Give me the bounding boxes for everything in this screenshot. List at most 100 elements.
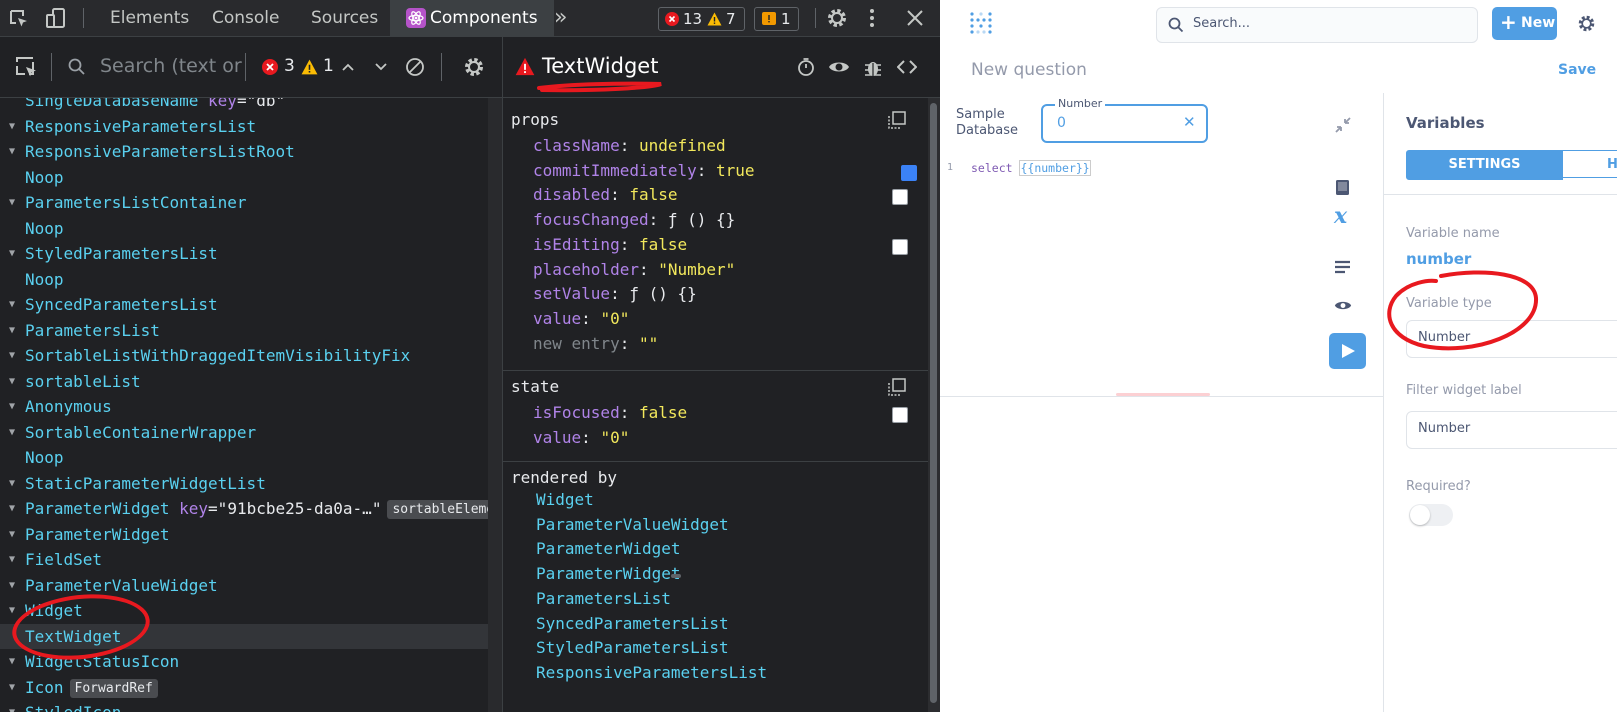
prop-value[interactable]: "Number" [658, 260, 735, 279]
settings-tab[interactable]: SETTINGS [1406, 150, 1563, 180]
new-button[interactable]: + New [1492, 7, 1557, 40]
inspect-element-icon[interactable] [8, 8, 30, 30]
preview-eye-icon[interactable] [1334, 299, 1352, 312]
copy-props-icon[interactable] [888, 111, 906, 129]
tab-console[interactable]: Console [212, 0, 280, 36]
rendered-by-item[interactable]: ParameterWidget [536, 564, 681, 583]
state-value[interactable]: "0" [600, 428, 629, 447]
prop-value[interactable]: undefined [639, 136, 726, 155]
chevron-up-icon[interactable] [340, 59, 356, 75]
tree-row[interactable]: Noop [0, 165, 488, 191]
prop-row[interactable]: new entry: "" [533, 334, 658, 353]
tree-row[interactable]: Noop [0, 267, 488, 293]
expand-arrow-icon[interactable]: ▼ [9, 190, 15, 216]
prop-row[interactable]: commitImmediately: true [533, 161, 755, 180]
tree-row[interactable]: ▼ ParameterWidget key="91bcbe25-da0a-…" so… [0, 496, 488, 522]
prop-row[interactable]: focusChanged: ƒ () {} [533, 210, 735, 229]
tree-row[interactable]: ▼ SyncedParametersList [0, 292, 488, 318]
tree-row[interactable]: SingleDatabaseName key="db" [0, 98, 488, 114]
database-label-line2[interactable]: Database [956, 123, 1018, 138]
device-toolbar-icon[interactable] [45, 7, 67, 29]
rendered-by-item[interactable]: SyncedParametersList [536, 614, 729, 633]
rendered-by-item[interactable]: StyledParametersList [536, 638, 729, 657]
tree-scrollbar[interactable] [488, 98, 502, 712]
expand-arrow-icon[interactable]: ▼ [9, 139, 15, 165]
state-value[interactable]: false [639, 403, 687, 422]
tree-row[interactable]: ▼ Anonymous [0, 394, 488, 420]
state-row[interactable]: value: "0" [533, 428, 629, 447]
expand-arrow-icon[interactable]: ▼ [9, 649, 15, 675]
state-row[interactable]: isFocused: false [533, 403, 687, 422]
prop-value[interactable]: "" [639, 334, 658, 353]
expand-arrow-icon[interactable]: ▼ [9, 292, 15, 318]
save-button[interactable]: Save [1558, 62, 1596, 78]
prop-row[interactable]: placeholder: "Number" [533, 260, 735, 279]
prop-row[interactable]: value: "0" [533, 309, 629, 328]
rendered-by-item[interactable]: ParameterWidget [536, 539, 681, 558]
chevron-down-icon[interactable] [373, 59, 389, 75]
tree-row[interactable]: ▼ ParametersListContainer [0, 190, 488, 216]
settings-gear-icon[interactable] [1577, 14, 1596, 33]
expand-arrow-icon[interactable]: ▼ [9, 394, 15, 420]
expand-arrow-icon[interactable]: ▼ [9, 241, 15, 267]
error-warning-badge[interactable]: 13 7 [658, 7, 745, 31]
prop-checkbox[interactable] [892, 189, 908, 206]
rendered-by-item[interactable]: ResponsiveParametersList [536, 663, 767, 682]
expand-arrow-icon[interactable]: ▼ [9, 114, 15, 140]
editor-resize-handle[interactable] [1116, 393, 1210, 396]
clear-icon[interactable] [405, 57, 425, 77]
prop-row[interactable]: setValue: ƒ () {} [533, 284, 697, 303]
prop-value[interactable]: ƒ () {} [668, 210, 735, 229]
suspend-timer-icon[interactable] [796, 57, 816, 77]
tab-sources[interactable]: Sources [311, 0, 378, 36]
expand-arrow-icon[interactable]: ▼ [9, 573, 15, 599]
sql-query[interactable]: select {{number}} [971, 160, 1091, 176]
expand-arrow-icon[interactable]: ▼ [9, 700, 15, 712]
prop-value[interactable]: false [639, 235, 687, 254]
prop-row[interactable]: isEditing: false [533, 235, 687, 254]
prop-value[interactable]: "0" [600, 309, 629, 328]
tab-components[interactable]: Components [390, 0, 554, 36]
devtools-settings-icon[interactable] [826, 7, 848, 29]
tree-row[interactable]: Noop [0, 216, 488, 242]
expand-arrow-icon[interactable]: ▼ [9, 471, 15, 497]
tree-row[interactable]: ▼ ParameterValueWidget [0, 573, 488, 599]
tree-row[interactable]: ▼ ResponsiveParametersListRoot [0, 139, 488, 165]
copy-state-icon[interactable] [888, 378, 906, 396]
more-options-icon[interactable] [866, 7, 878, 29]
prop-checkbox[interactable] [901, 164, 917, 181]
prop-value[interactable]: true [716, 161, 755, 180]
tree-row[interactable]: ▼ SortableListWithDraggedItemVisibilityFi… [0, 343, 488, 369]
rendered-by-item[interactable]: Widget [536, 490, 594, 509]
tree-row[interactable]: Noop [0, 445, 488, 471]
prop-checkbox[interactable] [892, 238, 908, 255]
run-query-button[interactable] [1329, 333, 1366, 369]
prop-value[interactable]: false [629, 185, 677, 204]
tree-row[interactable]: ▼ SortableContainerWrapper [0, 420, 488, 446]
snippets-icon[interactable] [1334, 260, 1351, 274]
tree-row[interactable]: ▼ StyledIcon [0, 700, 488, 712]
component-search-input[interactable]: Search (text or [100, 55, 242, 77]
clear-value-icon[interactable]: ✕ [1183, 113, 1196, 131]
expand-arrow-icon[interactable]: ▼ [9, 675, 15, 701]
filter-widget-label-input[interactable]: Number [1406, 411, 1617, 449]
issues-badge[interactable]: 1 [754, 7, 799, 31]
expand-arrow-icon[interactable]: ▼ [9, 547, 15, 573]
global-search-input[interactable]: Search... [1156, 7, 1478, 43]
tree-row[interactable]: ▼ ResponsiveParametersList [0, 114, 488, 140]
rendered-by-item[interactable]: ParameterValueWidget [536, 515, 729, 534]
collapse-editor-icon[interactable] [1334, 116, 1352, 134]
tree-row[interactable]: ▼ StaticParameterWidgetList [0, 471, 488, 497]
metabase-logo-icon[interactable] [970, 11, 992, 35]
more-tabs-icon[interactable]: » [554, 0, 567, 36]
prop-row[interactable]: disabled: false [533, 185, 678, 204]
tree-row[interactable]: ▼ ParameterWidget [0, 522, 488, 548]
select-component-icon[interactable] [15, 56, 39, 80]
tab-elements[interactable]: Elements [110, 0, 189, 36]
rendered-by-item[interactable]: ParametersList [536, 589, 671, 608]
expand-arrow-icon[interactable]: ▼ [9, 369, 15, 395]
log-bug-icon[interactable] [864, 56, 882, 78]
inspector-scrollbar[interactable] [928, 98, 940, 712]
tree-row[interactable]: ▼ ParametersList [0, 318, 488, 344]
expand-arrow-icon[interactable]: ▼ [9, 420, 15, 446]
